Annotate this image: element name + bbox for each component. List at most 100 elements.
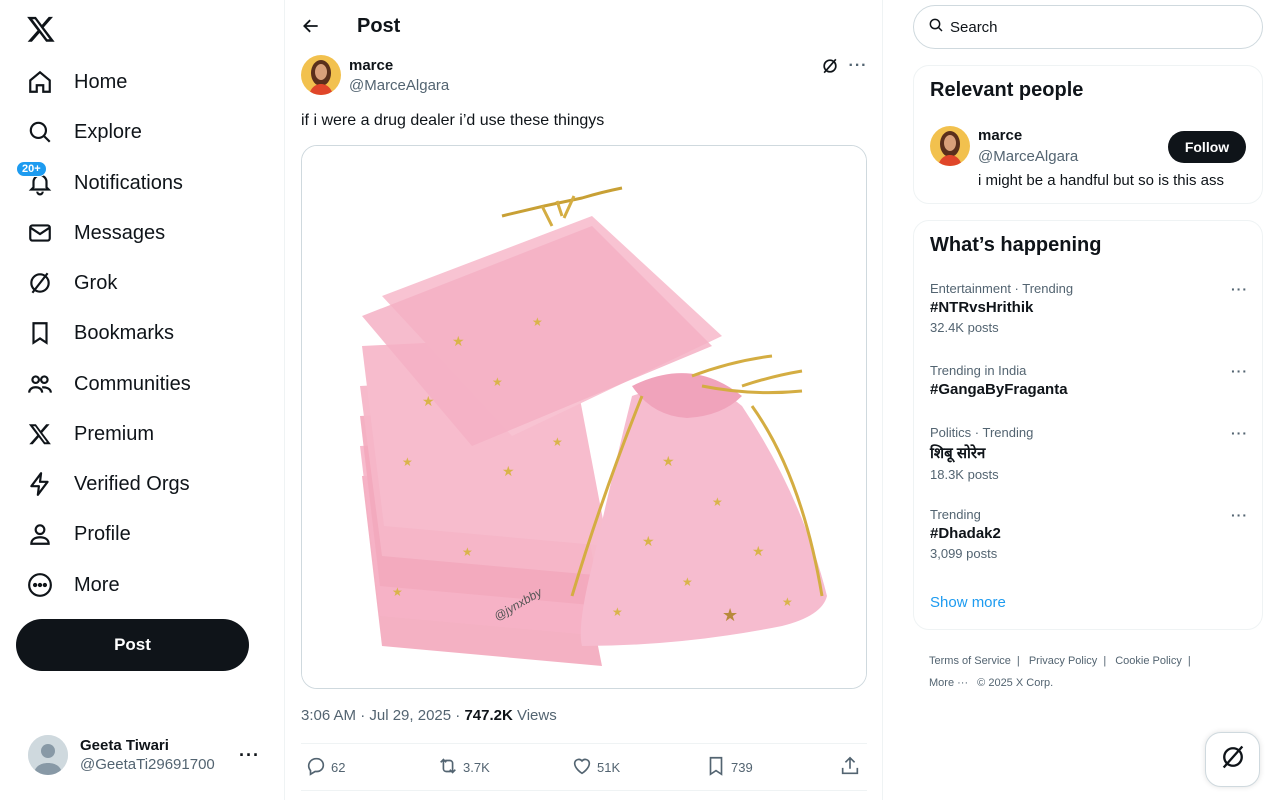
trend-name: #NTRvsHrithik — [930, 299, 1034, 316]
account-name: Geeta Tiwari — [80, 737, 169, 754]
trend-name: शिबू सोरेन — [930, 445, 986, 462]
more-options-icon[interactable]: ··· — [848, 56, 868, 76]
back-arrow-icon[interactable] — [299, 14, 323, 38]
sidebar-item-label: Communities — [74, 372, 191, 395]
sidebar-item-grok[interactable]: Grok — [16, 261, 117, 305]
more-circle-icon — [26, 571, 54, 599]
notification-badge: 20+ — [16, 161, 47, 177]
sidebar-item-premium[interactable]: Premium — [16, 412, 154, 456]
bookmark-icon — [26, 319, 54, 347]
share-icon — [839, 755, 865, 780]
svg-text:★: ★ — [752, 543, 765, 559]
card-title: Relevant people — [930, 79, 1084, 101]
trend-item[interactable]: Entertainment · Trending #NTRvsHrithik 3… — [930, 281, 1248, 335]
svg-text:★: ★ — [392, 585, 403, 599]
footer-link[interactable]: Cookie Policy — [1115, 655, 1182, 667]
author-handle[interactable]: @MarceAlgara — [349, 77, 449, 94]
sidebar-item-home[interactable]: Home — [16, 60, 127, 104]
svg-text:★: ★ — [422, 393, 435, 409]
repost-count: 3.7K — [463, 759, 490, 775]
trend-name: #GangaByFraganta — [930, 381, 1068, 398]
repost-icon — [437, 755, 463, 780]
grok-icon — [1219, 743, 1247, 776]
bookmark-button[interactable]: 739 — [705, 755, 753, 780]
trend-count: 32.4K posts — [930, 320, 999, 335]
trend-item[interactable]: Trending #Dhadak2 3,099 posts ··· — [930, 507, 1248, 561]
sidebar-item-more[interactable]: More — [16, 563, 120, 607]
heart-icon — [571, 755, 597, 780]
page-title: Post — [357, 15, 401, 37]
whats-happening-card: What’s happening Entertainment · Trendin… — [913, 220, 1263, 630]
avatar[interactable] — [930, 126, 970, 166]
x-logo-icon — [26, 420, 54, 448]
sidebar-item-communities[interactable]: Communities — [16, 362, 191, 406]
reply-icon — [305, 755, 331, 780]
footer-separator: | — [1187, 655, 1191, 667]
trend-context: Politics · Trending — [930, 425, 1034, 440]
sidebar-item-messages[interactable]: Messages — [16, 211, 165, 255]
share-button[interactable] — [839, 755, 865, 780]
sidebar-item-label: Profile — [74, 522, 131, 545]
card-title: What’s happening — [930, 234, 1102, 256]
reply-button[interactable]: 62 — [305, 755, 345, 780]
sidebar-item-label: Premium — [74, 422, 155, 445]
footer-link[interactable]: Privacy Policy — [1029, 655, 1097, 667]
repost-button[interactable]: 3.7K — [437, 755, 490, 780]
more-dots-icon[interactable]: ··· — [1231, 363, 1248, 379]
trend-context: Trending in India — [930, 363, 1027, 378]
bell-icon: 20+ — [16, 161, 54, 197]
people-icon — [26, 370, 54, 398]
copyright: © 2025 X Corp. — [977, 677, 1054, 689]
sidebar-item-label: Messages — [74, 221, 166, 244]
avatar[interactable] — [301, 55, 341, 95]
grok-floating-button[interactable] — [1205, 732, 1260, 787]
tweet-image[interactable]: ★ ★ ★ ★ ★ ★ ★ ★ ★ ★ ★ ★ ★ ★ ★ ★ ★ @jynxb… — [301, 145, 867, 689]
more-dots-icon[interactable]: ··· — [1231, 281, 1248, 297]
search-box[interactable] — [913, 5, 1263, 49]
svg-text:★: ★ — [662, 453, 675, 469]
like-button[interactable]: 51K — [571, 755, 620, 780]
author-name[interactable]: marce — [349, 57, 393, 74]
footer-separator: | — [1016, 655, 1020, 667]
trend-count: 3,099 posts — [930, 546, 998, 561]
person-icon — [26, 520, 54, 548]
sidebar-item-profile[interactable]: Profile — [16, 512, 131, 556]
more-dots-icon[interactable]: ··· — [1231, 425, 1248, 441]
grok-icon[interactable] — [820, 56, 840, 76]
svg-text:★: ★ — [722, 605, 738, 625]
account-switcher[interactable]: Geeta Tiwari @GeetaTi29691700 ··· — [16, 724, 272, 786]
sidebar-item-explore[interactable]: Explore — [16, 110, 142, 154]
footer-link[interactable]: Terms of Service — [929, 655, 1011, 667]
sidebar-item-notifications[interactable]: 20+ Notifications — [16, 161, 183, 205]
trend-item[interactable]: Politics · Trending शिबू सोरेन 18.3K pos… — [930, 425, 1248, 482]
person-handle[interactable]: @MarceAlgara — [978, 148, 1078, 165]
person-name[interactable]: marce — [978, 127, 1022, 144]
trend-context: Entertainment · Trending — [930, 281, 1074, 296]
tweet-time: 3:06 AM · Jul 29, 2025 · — [301, 707, 465, 724]
search-input[interactable] — [950, 18, 1230, 36]
footer: Terms of Service | Privacy Policy | Cookie… — [929, 650, 1249, 694]
left-sidebar: Home Explore 20+ Notifications Messages … — [0, 0, 284, 800]
x-logo-icon[interactable] — [26, 14, 56, 44]
footer-more-link[interactable]: More ··· — [929, 677, 968, 689]
sidebar-item-verified-orgs[interactable]: Verified Orgs — [16, 462, 190, 506]
svg-text:★: ★ — [642, 533, 655, 549]
trend-item[interactable]: Trending in India #GangaByFraganta ··· — [930, 363, 1248, 398]
account-handle: @GeetaTi29691700 — [80, 756, 215, 773]
svg-text:★: ★ — [612, 605, 623, 619]
trend-name: #Dhadak2 — [930, 525, 1001, 542]
home-icon — [26, 68, 54, 96]
top-bar: Post — [285, 0, 883, 53]
sidebar-item-label: Notifications — [74, 171, 183, 194]
show-more-link[interactable]: Show more — [930, 594, 1006, 611]
svg-text:★: ★ — [462, 545, 473, 559]
sidebar-item-label: Verified Orgs — [74, 472, 190, 495]
follow-button[interactable]: Follow — [1168, 131, 1246, 163]
sidebar-item-bookmarks[interactable]: Bookmarks — [16, 311, 174, 355]
envelope-icon — [26, 219, 54, 247]
post-button[interactable]: Post — [16, 619, 249, 671]
footer-separator: | — [1103, 655, 1107, 667]
trend-context: Trending — [930, 507, 981, 522]
search-icon — [928, 17, 944, 38]
more-dots-icon[interactable]: ··· — [1231, 507, 1248, 523]
